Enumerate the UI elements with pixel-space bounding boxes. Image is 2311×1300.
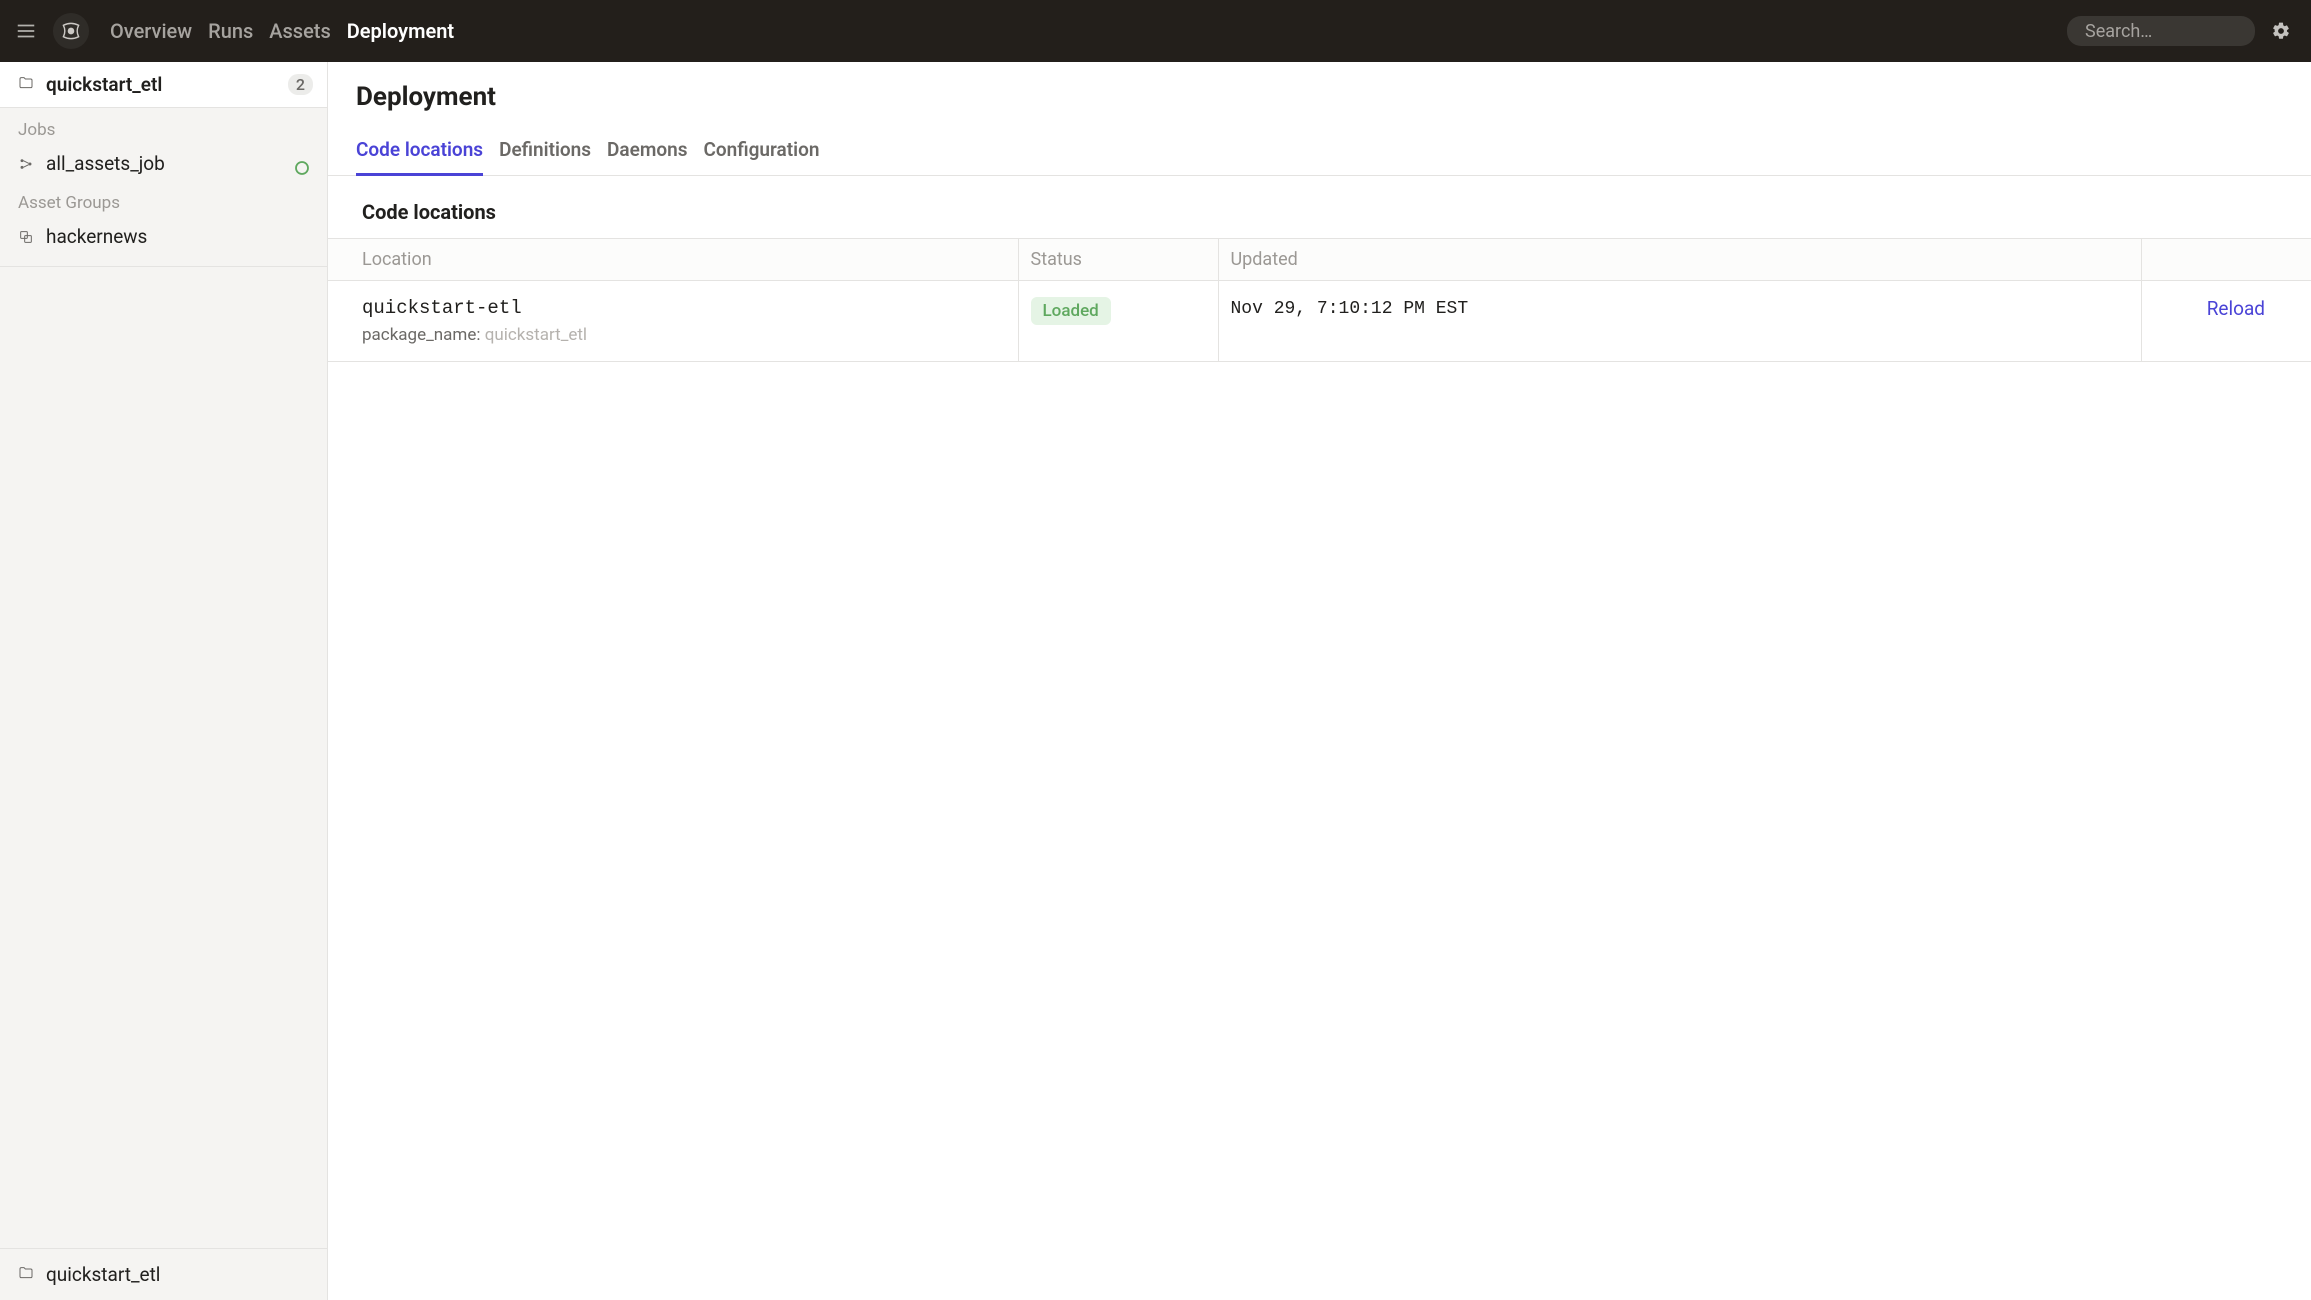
updated-timestamp: Nov 29, 7:10:12 PM EST — [1231, 299, 1469, 319]
job-icon — [18, 156, 34, 172]
table-row: quickstart-etl package_name: quickstart_… — [328, 281, 2311, 362]
nav-overview[interactable]: Overview — [110, 19, 192, 43]
status-badge: Loaded — [1031, 297, 1111, 325]
tab-configuration[interactable]: Configuration — [703, 138, 819, 175]
reload-button[interactable]: Reload — [2207, 297, 2299, 320]
th-action — [2141, 239, 2311, 281]
page-title: Deployment — [328, 62, 2311, 112]
tab-code-locations[interactable]: Code locations — [356, 138, 483, 175]
sidebar-assetgroup-item[interactable]: hackernews — [0, 219, 327, 254]
location-sub: package_name: quickstart_etl — [362, 325, 1006, 345]
sidebar-section-assetgroups-label: Asset Groups — [0, 181, 327, 219]
tab-daemons[interactable]: Daemons — [607, 138, 687, 175]
nav-assets[interactable]: Assets — [269, 19, 331, 43]
sidebar-project[interactable]: quickstart_etl 2 — [0, 62, 327, 108]
sidebar-footer-project: quickstart_etl — [46, 1263, 160, 1286]
search-box[interactable]: / — [2067, 16, 2255, 46]
section-title: Code locations — [328, 176, 2311, 238]
th-updated: Updated — [1218, 239, 2141, 281]
code-locations-table: Location Status Updated quickstart-etl p… — [328, 238, 2311, 362]
sidebar-section-jobs-label: Jobs — [0, 108, 327, 146]
main-content: Deployment Code locations Definitions Da… — [328, 62, 2311, 1300]
topbar: Overview Runs Assets Deployment / — [0, 0, 2311, 62]
folder-icon — [18, 1263, 34, 1286]
sidebar-job-label: all_assets_job — [46, 152, 165, 175]
nav-runs[interactable]: Runs — [208, 19, 253, 43]
tabs: Code locations Definitions Daemons Confi… — [328, 112, 2311, 176]
job-status-icon — [295, 157, 309, 171]
folder-icon — [18, 73, 34, 96]
menu-icon[interactable] — [12, 17, 40, 45]
sidebar-project-name: quickstart_etl — [46, 73, 162, 96]
sidebar-job-item[interactable]: all_assets_job — [0, 146, 327, 181]
sidebar-assetgroup-label: hackernews — [46, 225, 147, 248]
th-status: Status — [1018, 239, 1218, 281]
sidebar-footer[interactable]: quickstart_etl — [0, 1248, 327, 1300]
asset-group-icon — [18, 229, 34, 245]
sidebar-divider — [0, 266, 327, 267]
nav-deployment[interactable]: Deployment — [347, 19, 454, 43]
settings-icon[interactable] — [2269, 19, 2293, 43]
th-location: Location — [328, 239, 1018, 281]
dagster-logo[interactable] — [52, 12, 90, 50]
location-name[interactable]: quickstart-etl — [362, 297, 1006, 319]
tab-definitions[interactable]: Definitions — [499, 138, 591, 175]
sidebar-project-count: 2 — [288, 74, 313, 95]
sidebar: quickstart_etl 2 Jobs all_assets_job Ass… — [0, 62, 328, 1300]
nav-links: Overview Runs Assets Deployment — [110, 19, 454, 43]
